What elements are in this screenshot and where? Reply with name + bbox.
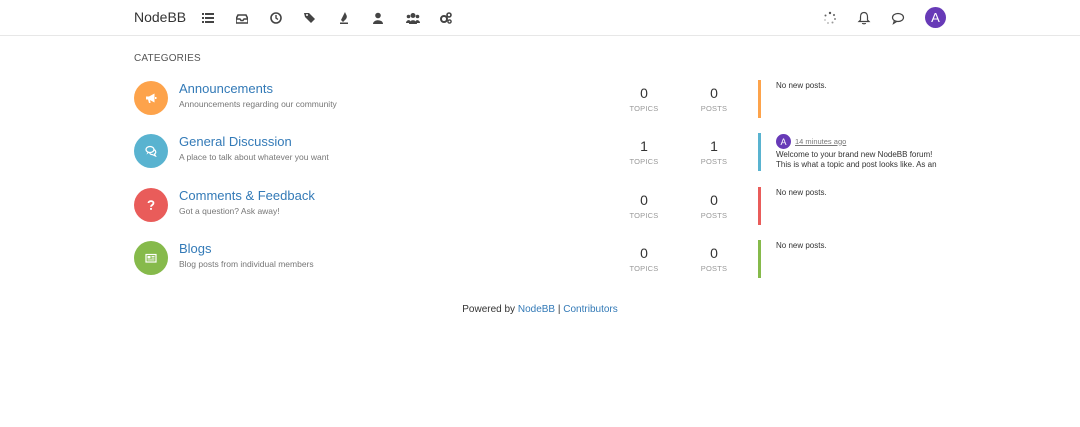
posts-label: POSTS xyxy=(700,264,728,273)
posts-count: 0 xyxy=(710,245,718,261)
category-title[interactable]: Blogs xyxy=(179,241,212,256)
topics-stat: 1 TOPICS xyxy=(624,138,664,166)
topics-label: TOPICS xyxy=(629,264,659,273)
category-row-announcements: Announcements Announcements regarding ou… xyxy=(134,80,946,120)
footer: Powered by NodeBB | Contributors xyxy=(0,304,1080,315)
teaser-timestamp-link[interactable]: 14 minutes ago xyxy=(795,137,846,147)
topics-count: 0 xyxy=(640,245,648,261)
category-description: Announcements regarding our community xyxy=(179,99,337,109)
posts-count: 0 xyxy=(710,85,718,101)
category-icon-announcements[interactable] xyxy=(134,81,168,115)
topics-label: TOPICS xyxy=(629,157,659,166)
topics-count: 0 xyxy=(640,192,648,208)
topics-stat: 0 TOPICS xyxy=(624,192,664,220)
recent-nav-link[interactable] xyxy=(270,10,304,26)
topics-stat: 0 TOPICS xyxy=(624,245,664,273)
newspaper-icon xyxy=(145,253,157,263)
posts-label: POSTS xyxy=(700,211,728,220)
notifications-button[interactable] xyxy=(857,11,871,25)
users-icon xyxy=(406,13,420,24)
category-teaser: No new posts. xyxy=(776,241,827,250)
cogs-icon xyxy=(440,12,452,24)
reconnect-indicator[interactable] xyxy=(823,11,837,25)
tags-icon xyxy=(304,13,315,23)
clock-icon xyxy=(270,12,282,24)
brand-logo[interactable]: NodeBB xyxy=(134,9,186,25)
topics-count: 1 xyxy=(640,138,648,154)
category-icon-blogs[interactable] xyxy=(134,241,168,275)
posts-count: 0 xyxy=(710,192,718,208)
user-icon xyxy=(373,12,383,24)
teaser-color-bar xyxy=(758,187,761,225)
category-description: Blog posts from individual members xyxy=(179,259,314,269)
category-icon-general-discussion[interactable] xyxy=(134,134,168,168)
teaser-text-line[interactable]: This is what a topic and post looks like… xyxy=(776,160,948,170)
teaser-color-bar xyxy=(758,133,761,171)
posts-label: POSTS xyxy=(700,104,728,113)
popular-nav-link[interactable] xyxy=(338,10,372,26)
section-title: CATEGORIES xyxy=(134,53,201,64)
teaser-color-bar xyxy=(758,240,761,278)
posts-stat: 0 POSTS xyxy=(694,85,734,113)
category-teaser: No new posts. xyxy=(776,81,827,90)
category-description: Got a question? Ask away! xyxy=(179,206,280,216)
tags-nav-link[interactable] xyxy=(304,10,338,26)
chat-icon xyxy=(891,12,905,25)
category-title[interactable]: General Discussion xyxy=(179,134,292,149)
topics-label: TOPICS xyxy=(629,211,659,220)
posts-stat: 1 POSTS xyxy=(694,138,734,166)
category-title[interactable]: Comments & Feedback xyxy=(179,188,315,203)
unread-nav-link[interactable] xyxy=(236,10,270,26)
category-icon-comments-feedback[interactable] xyxy=(134,188,168,222)
contributors-link[interactable]: Contributors xyxy=(563,304,617,315)
topics-stat: 0 TOPICS xyxy=(624,85,664,113)
category-title[interactable]: Announcements xyxy=(179,81,273,96)
admin-nav-link[interactable] xyxy=(440,10,474,26)
inbox-icon xyxy=(236,14,248,24)
teaser-header: A 14 minutes ago xyxy=(776,134,948,149)
bell-icon xyxy=(857,11,871,25)
teaser-avatar[interactable]: A xyxy=(776,134,791,149)
footer-separator: | xyxy=(557,304,561,315)
posts-count: 1 xyxy=(710,138,718,154)
navbar: NodeBB A xyxy=(0,0,1080,36)
list-icon xyxy=(202,13,214,23)
topics-count: 0 xyxy=(640,85,648,101)
category-description: A place to talk about whatever you want xyxy=(179,152,329,162)
category-row-blogs: Blogs Blog posts from individual members… xyxy=(134,240,946,280)
category-row-comments-feedback: Comments & Feedback Got a question? Ask … xyxy=(134,187,946,227)
category-row-general-discussion: General Discussion A place to talk about… xyxy=(134,133,946,173)
main-nav xyxy=(202,10,474,26)
bullhorn-icon xyxy=(146,93,157,103)
users-nav-link[interactable] xyxy=(372,10,406,26)
question-icon xyxy=(147,200,155,210)
comments-icon xyxy=(145,145,157,157)
spinner-icon xyxy=(824,11,836,24)
posts-stat: 0 POSTS xyxy=(694,245,734,273)
posts-stat: 0 POSTS xyxy=(694,192,734,220)
user-avatar[interactable]: A xyxy=(925,7,946,28)
trophy-icon xyxy=(340,12,348,24)
topics-label: TOPICS xyxy=(629,104,659,113)
category-teaser: A 14 minutes ago Welcome to your brand n… xyxy=(776,134,948,170)
categories-nav-link[interactable] xyxy=(202,10,236,26)
footer-prefix: Powered by xyxy=(462,304,516,315)
groups-nav-link[interactable] xyxy=(406,10,440,26)
chats-button[interactable] xyxy=(891,11,905,25)
posts-label: POSTS xyxy=(700,157,728,166)
teaser-color-bar xyxy=(758,80,761,118)
teaser-text-line[interactable]: Welcome to your brand new NodeBB forum! xyxy=(776,150,948,160)
nodebb-link[interactable]: NodeBB xyxy=(518,304,555,315)
category-teaser: No new posts. xyxy=(776,188,827,197)
